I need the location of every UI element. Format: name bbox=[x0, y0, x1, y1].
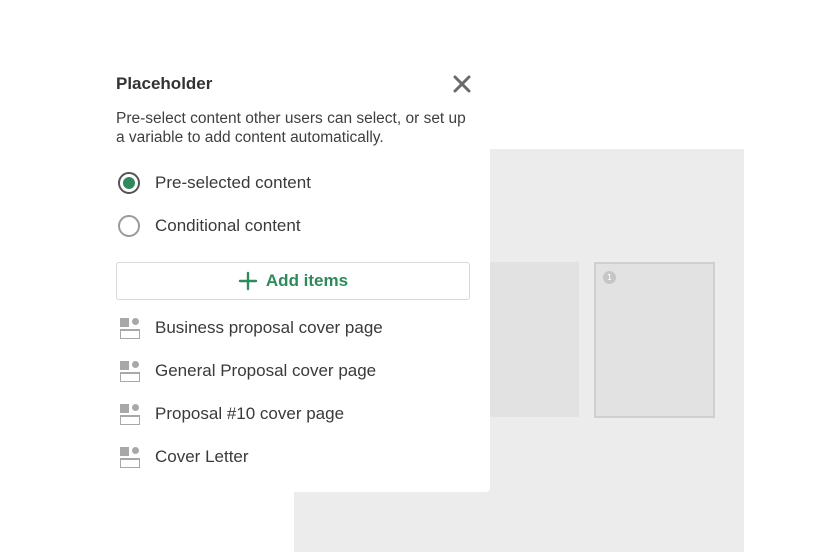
add-items-button[interactable]: Add items bbox=[116, 262, 470, 300]
radio-label: Pre-selected content bbox=[155, 173, 311, 192]
list-item[interactable]: General Proposal cover page bbox=[120, 359, 470, 383]
add-items-label: Add items bbox=[265, 271, 349, 290]
close-button[interactable] bbox=[452, 74, 472, 94]
close-icon bbox=[453, 75, 471, 93]
list-item[interactable]: Business proposal cover page bbox=[120, 316, 470, 340]
page-thumbnail-selected[interactable]: 1 bbox=[594, 262, 715, 418]
radio-button[interactable] bbox=[118, 215, 140, 237]
layout-block-icon bbox=[120, 447, 140, 468]
panel-description: Pre-select content other users can selec… bbox=[116, 110, 466, 146]
list-item[interactable]: Proposal #10 cover page bbox=[120, 402, 470, 426]
plus-icon bbox=[238, 271, 258, 291]
list-item-label: General Proposal cover page bbox=[155, 361, 377, 380]
radio-option-preselected[interactable]: Pre-selected content bbox=[118, 171, 311, 195]
panel-title: Placeholder bbox=[116, 74, 213, 93]
radio-button-checked[interactable] bbox=[118, 172, 140, 194]
layout-block-icon bbox=[120, 404, 140, 425]
placeholder-panel: Placeholder Pre-select content other use… bbox=[96, 52, 490, 492]
radio-option-conditional[interactable]: Conditional content bbox=[118, 214, 301, 238]
layout-block-icon bbox=[120, 361, 140, 382]
page-number-badge: 1 bbox=[603, 271, 616, 284]
list-item-label: Cover Letter bbox=[155, 447, 249, 466]
radio-label: Conditional content bbox=[155, 216, 301, 235]
list-item-label: Business proposal cover page bbox=[155, 318, 383, 337]
list-item[interactable]: Cover Letter bbox=[120, 445, 470, 469]
list-item-label: Proposal #10 cover page bbox=[155, 404, 345, 423]
layout-block-icon bbox=[120, 318, 140, 339]
